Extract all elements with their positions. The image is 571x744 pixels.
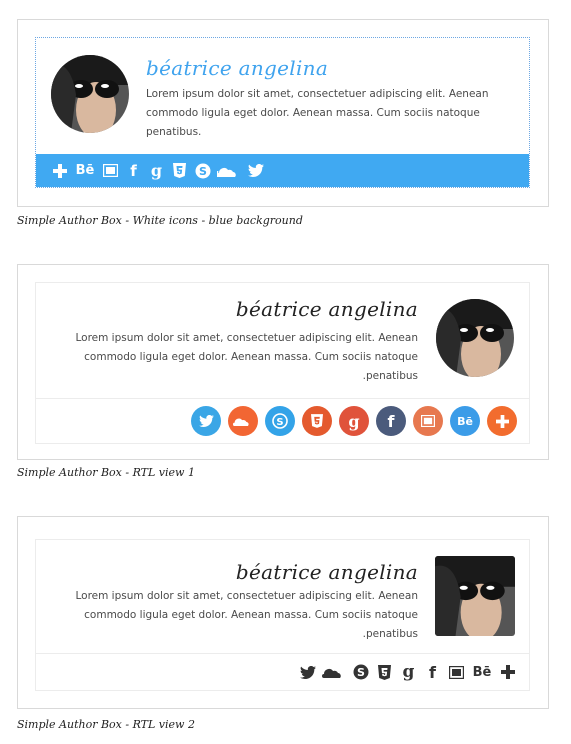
- author-name[interactable]: béatrice angelina: [236, 560, 418, 584]
- facebook-icon[interactable]: f: [423, 662, 442, 682]
- svg-text:S: S: [199, 165, 207, 178]
- svg-text:S: S: [357, 666, 365, 679]
- behance-icon[interactable]: Bē: [450, 406, 480, 436]
- author-name[interactable]: béatrice angelina: [146, 56, 328, 80]
- avatar: [435, 556, 515, 636]
- add-icon[interactable]: [51, 161, 68, 181]
- svg-text:S: S: [276, 417, 283, 428]
- author-description: Lorem ipsum dolor sit amet, consectetuer…: [146, 88, 489, 138]
- slideshare-icon[interactable]: [447, 662, 466, 682]
- soundcloud-icon[interactable]: [217, 161, 241, 181]
- social-icons-bar: Bē f g S: [36, 154, 529, 187]
- twitter-icon[interactable]: [247, 161, 264, 181]
- caption-1: Simple Author Box - White icons - blue b…: [17, 214, 303, 227]
- googleplus-icon[interactable]: g: [399, 662, 418, 682]
- author-description: Lorem ipsum dolor sit amet, consectetuer…: [75, 332, 418, 382]
- skype-icon[interactable]: S: [194, 161, 211, 181]
- twitter-icon[interactable]: [191, 406, 221, 436]
- add-icon[interactable]: [498, 662, 517, 682]
- author-box-rtl-1: béatrice angelina Lorem ipsum dolor sit …: [35, 282, 530, 444]
- html5-icon[interactable]: [375, 662, 394, 682]
- author-box-rtl-2: béatrice angelina Lorem ipsum dolor sit …: [35, 539, 530, 691]
- social-icons-bar: S g f Bē: [36, 398, 529, 443]
- caption-3: Simple Author Box - RTL view 2: [17, 718, 195, 731]
- author-box-blue: béatrice angelina Lorem ipsum dolor sit …: [35, 37, 530, 188]
- behance-icon[interactable]: Bē: [74, 161, 96, 181]
- author-description: Lorem ipsum dolor sit amet, consectetuer…: [75, 590, 418, 640]
- avatar: [51, 55, 129, 133]
- facebook-icon[interactable]: f: [125, 161, 142, 181]
- avatar: [436, 299, 514, 377]
- skype-icon[interactable]: S: [351, 662, 370, 682]
- googleplus-icon[interactable]: g: [148, 161, 165, 181]
- skype-icon[interactable]: S: [265, 406, 295, 436]
- html5-icon[interactable]: [171, 161, 188, 181]
- add-icon[interactable]: [487, 406, 517, 436]
- slideshare-icon[interactable]: [413, 406, 443, 436]
- slideshare-icon[interactable]: [102, 161, 119, 181]
- soundcloud-icon[interactable]: [228, 406, 258, 436]
- caption-2: Simple Author Box - RTL view 1: [17, 466, 195, 479]
- facebook-icon[interactable]: f: [376, 406, 406, 436]
- social-icons-bar: S g f Bē: [36, 653, 529, 690]
- soundcloud-icon[interactable]: [322, 662, 346, 682]
- author-name[interactable]: béatrice angelina: [236, 297, 418, 321]
- html5-icon[interactable]: [302, 406, 332, 436]
- twitter-icon[interactable]: [298, 662, 317, 682]
- googleplus-icon[interactable]: g: [339, 406, 369, 436]
- behance-icon[interactable]: Bē: [471, 662, 493, 682]
